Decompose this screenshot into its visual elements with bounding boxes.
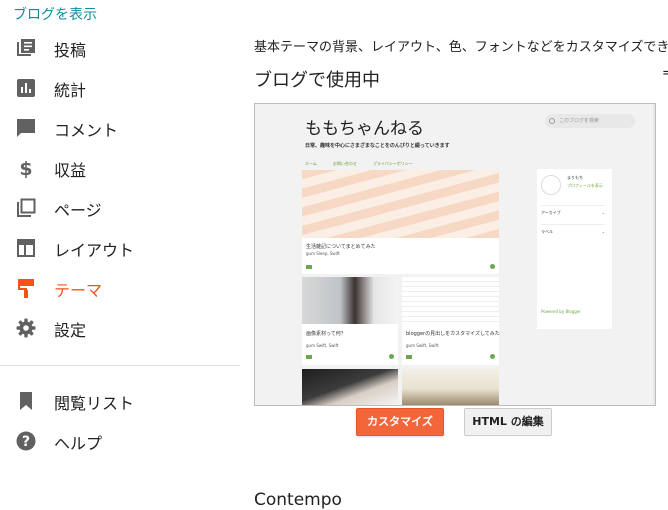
sidebar-item-label: 閲覧リスト: [54, 394, 135, 413]
share-icon: [490, 354, 495, 359]
preview-post-image: [302, 369, 398, 405]
sidebar-item-label: ヘルプ: [54, 434, 103, 453]
sidebar-nav: 投稿 統計 コメント $ 収益 ページ レイアウト テーマ 設定: [0, 28, 240, 348]
preview-archive-label: アーカイブ: [541, 210, 561, 215]
preview-search-placeholder: このブログを検索: [559, 118, 600, 124]
preview-tab: お問い合わせ: [332, 161, 357, 166]
preview-post-image: [402, 369, 499, 405]
sidebar-item-label: テーマ: [54, 281, 103, 300]
share-icon: [490, 264, 495, 269]
preview-sidebar: まりもち プロフィールを表示 アーカイブ ⌄ ラベル ⌄ Powered by …: [537, 169, 612, 329]
sidebar-item-posts[interactable]: 投稿: [0, 28, 240, 68]
preview-edge: [653, 104, 655, 405]
customize-button[interactable]: カスタマイズ: [356, 408, 444, 436]
paint-roller-icon: [18, 279, 34, 298]
pages-icon: [17, 198, 36, 217]
preview-profile-name: まりもち: [567, 175, 583, 180]
sidebar-item-settings[interactable]: 設定: [0, 308, 240, 348]
gear-icon: [16, 318, 36, 338]
preview-blog-description: 日常、趣味を中心にさまざまなことをのんびりと綴っていきます: [305, 143, 450, 149]
preview-post-image: [302, 170, 499, 238]
preview-post-card: bloggerの見出しをカスタマイズしてみた gum Swift, Swift: [402, 277, 500, 365]
layout-icon: [17, 239, 35, 257]
clipped-heading-char: =: [662, 66, 668, 81]
sidebar-item-label: レイアウト: [54, 241, 135, 260]
posts-icon: [17, 39, 35, 56]
bookmark-icon: [20, 392, 32, 410]
comment-icon: [306, 265, 312, 269]
svg-text:?: ?: [22, 434, 30, 450]
sidebar-secondary-nav: 閲覧リスト ? ヘルプ: [0, 381, 240, 461]
preview-post-meta: gum Swift, Swift: [406, 343, 439, 348]
avatar: [541, 175, 561, 195]
sidebar-item-label: ページ: [54, 201, 102, 220]
sidebar-item-reading-list[interactable]: 閲覧リスト: [0, 381, 240, 421]
preview-post-card: 生活雑記についてまとめてみた gum Sleep, Swift: [302, 170, 499, 274]
sidebar-item-label: 統計: [54, 81, 87, 100]
preview-profile-link: プロフィールを表示: [567, 183, 603, 188]
preview-post-title: 画像素材って何？: [306, 331, 346, 337]
sidebar-divider: [0, 365, 240, 366]
sidebar-item-stats[interactable]: 統計: [0, 68, 240, 108]
preview-post-meta: gum Swift, Swift: [306, 343, 339, 348]
edit-html-button[interactable]: HTML の編集: [464, 408, 552, 436]
preview-archive-row: アーカイブ ⌄: [541, 205, 605, 216]
sidebar-item-label: コメント: [54, 121, 119, 140]
svg-text:$: $: [19, 158, 32, 178]
help-icon: ?: [16, 431, 36, 451]
preview-post-image: [402, 277, 499, 324]
sidebar-item-comments[interactable]: コメント: [0, 108, 240, 148]
preview-tabs: ホーム お問い合わせ プライバシーポリシー: [305, 161, 429, 167]
sidebar-item-layout[interactable]: レイアウト: [0, 228, 240, 268]
comment-icon: [406, 355, 412, 359]
view-blog-link[interactable]: ブログを表示: [13, 4, 97, 24]
share-icon: [389, 354, 394, 359]
chevron-down-icon: ⌄: [601, 229, 605, 234]
sidebar-item-label: 収益: [54, 161, 87, 180]
preview-labels-row: ラベル ⌄: [541, 224, 605, 235]
comment-icon: [17, 119, 35, 137]
preview-tab: ホーム: [305, 161, 317, 166]
preview-post-card: [302, 369, 398, 405]
dollar-icon: $: [19, 158, 32, 178]
comment-icon: [306, 355, 312, 359]
preview-tab: プライバシーポリシー: [372, 161, 413, 166]
preview-post-meta: gum Sleep, Swift: [306, 251, 340, 256]
sidebar-item-earnings[interactable]: $ 収益: [0, 148, 240, 188]
preview-post-image: [302, 277, 398, 324]
preview-blog-title: ももちゃんねる: [305, 119, 424, 139]
preview-post-title: bloggerの見出しをカスタマイズしてみた: [406, 331, 500, 337]
theme-section-title: Contempo: [254, 490, 342, 510]
preview-search-box: このブログを検索: [545, 114, 635, 128]
preview-labels-label: ラベル: [541, 229, 553, 234]
chevron-down-icon: ⌄: [601, 210, 605, 215]
sidebar-item-help[interactable]: ? ヘルプ: [0, 421, 240, 461]
sidebar-item-pages[interactable]: ページ: [0, 188, 240, 228]
preview-post-title: 生活雑記についてまとめてみた: [306, 244, 376, 250]
sidebar-item-label: 設定: [54, 321, 87, 340]
sidebar-item-label: 投稿: [54, 41, 87, 60]
preview-post-card: [402, 369, 499, 405]
search-icon: [549, 118, 555, 124]
theme-description: 基本テーマの背景、レイアウト、色、フォントなどをカスタマイズでき: [254, 40, 668, 55]
stats-icon: [17, 79, 35, 97]
preview-powered-by: Powered by Blogger: [541, 309, 581, 314]
sidebar-item-theme[interactable]: テーマ: [0, 268, 240, 308]
theme-preview[interactable]: ももちゃんねる このブログを検索 日常、趣味を中心にさまざまなことをのんびりと綴…: [254, 103, 656, 406]
current-theme-heading: ブログで使用中: [254, 70, 380, 91]
preview-post-card: 画像素材って何？ gum Swift, Swift: [302, 277, 398, 365]
